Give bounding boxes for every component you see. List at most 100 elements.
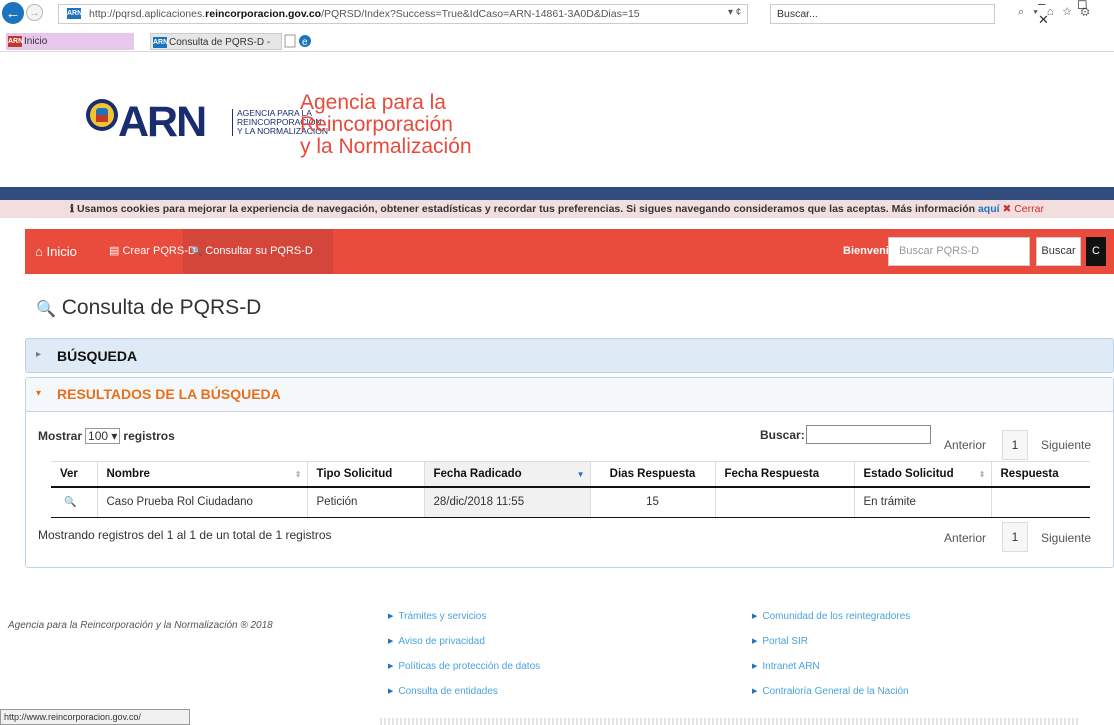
footer-link-comunidad[interactable]: Comunidad de los reintegradores (752, 611, 910, 622)
top-divider-bar (0, 187, 1114, 200)
home-icon: ⌂ (35, 244, 43, 259)
view-case-cell[interactable]: 🔍 (51, 486, 97, 518)
footer-link-portal-sir[interactable]: Portal SIR (752, 636, 808, 647)
browser-search-input[interactable]: Buscar... (770, 4, 995, 24)
arrow-left-icon: ← (5, 4, 21, 22)
page-length-control: Mostrar 100 ▾ registros (38, 428, 175, 444)
brand-title: Agencia para la Reincorporación y la Nor… (300, 92, 472, 158)
footer-link-intranet[interactable]: Intranet ARN (752, 661, 819, 672)
url-path: /PQRSD/Index?Success=True&IdCaso=ARN-148… (321, 8, 640, 20)
column-ver-label: Ver (60, 467, 78, 480)
browser-chrome: ← → ARN http://pqrsd.aplicaciones.reinco… (0, 0, 1114, 65)
cell-estado: En trámite (853, 486, 991, 518)
nav-consult[interactable]: 🔍 Consultar su PQRS-D (191, 229, 313, 274)
column-nombre-label: Nombre (106, 467, 150, 480)
table-row: 🔍 Caso Prueba Rol Ciudadano Petición 28/… (51, 486, 1090, 518)
table-search-input[interactable] (806, 425, 931, 444)
accordion-resultados-header[interactable]: ▾ RESULTADOS DE LA BÚSQUEDA (26, 378, 1113, 412)
nav-home[interactable]: ⌂ Inicio (35, 229, 77, 274)
zoom-in-icon[interactable]: 🔍 (64, 497, 76, 508)
table-info: Mostrando registros del 1 al 1 de un tot… (38, 528, 332, 542)
pager-page-bottom[interactable]: 1 (1002, 522, 1028, 552)
pager-prev-bottom[interactable]: Anterior (944, 531, 986, 545)
pqrsd-search-button[interactable]: Buscar (1036, 237, 1081, 266)
close-circle-icon: ✖ (1002, 203, 1012, 215)
caret-right-icon: ▸ (36, 349, 42, 360)
pager-prev-top[interactable]: Anterior (944, 438, 986, 452)
nav-home-label: Inicio (46, 244, 77, 259)
sort-icon: ⬍ (978, 470, 986, 479)
address-bar[interactable]: ARN http://pqrsd.aplicaciones.reincorpor… (58, 4, 748, 24)
cell-fecha-respuesta (714, 486, 854, 518)
cell-dias: 15 (589, 486, 715, 518)
site-favicon-icon: ARN (67, 8, 83, 19)
svg-text:e: e (302, 37, 308, 48)
footer-link-contraloria[interactable]: Contraloría General de la Nación (752, 686, 908, 697)
caret-down-icon: ▾ (36, 388, 42, 399)
column-dias-label: Dias Respuesta (609, 467, 696, 480)
accordion-busqueda-label: BÚSQUEDA (57, 348, 138, 364)
pager-next-bottom[interactable]: Siguiente (1041, 531, 1091, 545)
colombia-shield-icon (86, 99, 118, 131)
column-header-respuesta[interactable]: Respuesta (990, 461, 1090, 488)
sort-icon: ⬍ (294, 470, 302, 479)
cookie-close-button[interactable]: ✖ Cerrar (1002, 203, 1044, 215)
cookie-banner: ℹ Usamos cookies para mejorar la experie… (0, 200, 1114, 218)
tab-inicio-label: Inicio (24, 36, 48, 47)
column-fecha-radicado-label: Fecha Radicado (433, 467, 522, 480)
tab-inicio[interactable]: ARN Inicio (6, 33, 134, 50)
nav-create[interactable]: ▤ Crear PQRS-D (109, 229, 196, 274)
column-header-ver[interactable]: Ver (51, 461, 97, 488)
brand-line-1: Agencia para la (300, 91, 446, 114)
arrow-right-icon: → (29, 6, 40, 19)
brand-line-2: Reincorporación (300, 113, 453, 136)
search-icon: 🔍 (191, 246, 203, 256)
results-table: Ver Nombre ⬍ Tipo Solicitud Fecha Radicad… (51, 461, 1090, 518)
page-title-text: Consulta de PQRS-D (61, 296, 262, 319)
back-button[interactable]: ← (2, 2, 24, 24)
site-favicon-icon: ARN (153, 37, 169, 48)
column-header-fecha-respuesta[interactable]: Fecha Respuesta (714, 461, 854, 488)
footer-copyright: Agencia para la Reincorporación y la Nor… (8, 620, 273, 631)
column-header-tipo[interactable]: Tipo Solicitud (306, 461, 424, 488)
info-icon: ℹ (70, 203, 75, 215)
column-respuesta-label: Respuesta (1000, 467, 1059, 480)
accordion-resultados-label: RESULTADOS DE LA BÚSQUEDA (57, 386, 281, 402)
tab-consulta[interactable]: ARN Consulta de PQRS-D - PQR... ✕ (150, 33, 282, 65)
pqrsd-search-input[interactable]: Buscar PQRS-D (888, 237, 1030, 266)
address-controls[interactable]: ▾ ¢ (728, 7, 741, 18)
partner-logos-strip (380, 718, 1080, 725)
pager-page-top[interactable]: 1 (1002, 430, 1028, 460)
nav-extra-button[interactable]: C (1086, 237, 1106, 266)
column-header-dias[interactable]: Dias Respuesta (589, 461, 715, 488)
column-header-fecha-radicado[interactable]: Fecha Radicado ▼ (423, 461, 590, 488)
nav-create-label: Crear PQRS-D (122, 245, 196, 257)
cookie-more-link[interactable]: aquí (978, 203, 1000, 215)
page-length-select[interactable]: 100 ▾ (85, 428, 121, 444)
cell-nombre: Caso Prueba Rol Ciudadano (96, 486, 307, 518)
cell-fecha-radicado: 28/dic/2018 11:55 (423, 486, 590, 518)
cell-respuesta (990, 486, 1090, 518)
cookie-close-label: Cerrar (1014, 203, 1044, 215)
show-suffix: registros (123, 429, 175, 443)
accordion-busqueda[interactable]: ▸ BÚSQUEDA (25, 338, 1114, 373)
footer-link-privacidad[interactable]: Aviso de privacidad (388, 636, 485, 647)
table-header-row: Ver Nombre ⬍ Tipo Solicitud Fecha Radicad… (51, 461, 1090, 488)
search-icon: 🔍 (36, 301, 56, 318)
column-tipo-label: Tipo Solicitud (316, 467, 393, 480)
sort-descending-icon: ▼ (576, 470, 585, 479)
column-header-nombre[interactable]: Nombre ⬍ (96, 461, 307, 488)
footer-link-tramites[interactable]: Trámites y servicios (388, 611, 486, 622)
browser-status-url: http://www.reincorporacion.gov.co/ (0, 709, 190, 725)
cell-tipo: Petición (306, 486, 424, 518)
column-header-estado[interactable]: Estado Solicitud ⬍ (853, 461, 991, 488)
forward-button[interactable]: → (26, 4, 43, 21)
document-icon: ▤ (109, 245, 120, 257)
window-controls[interactable]: – ◻ ✕ (1038, 0, 1114, 28)
new-tab-icon[interactable]: e (284, 34, 312, 49)
footer-link-politicas[interactable]: Políticas de protección de datos (388, 661, 540, 672)
column-estado-label: Estado Solicitud (863, 467, 954, 480)
page-title: 🔍 Consulta de PQRS-D (36, 296, 261, 320)
footer-link-entidades[interactable]: Consulta de entidades (388, 686, 498, 697)
pager-next-top[interactable]: Siguiente (1041, 438, 1091, 452)
